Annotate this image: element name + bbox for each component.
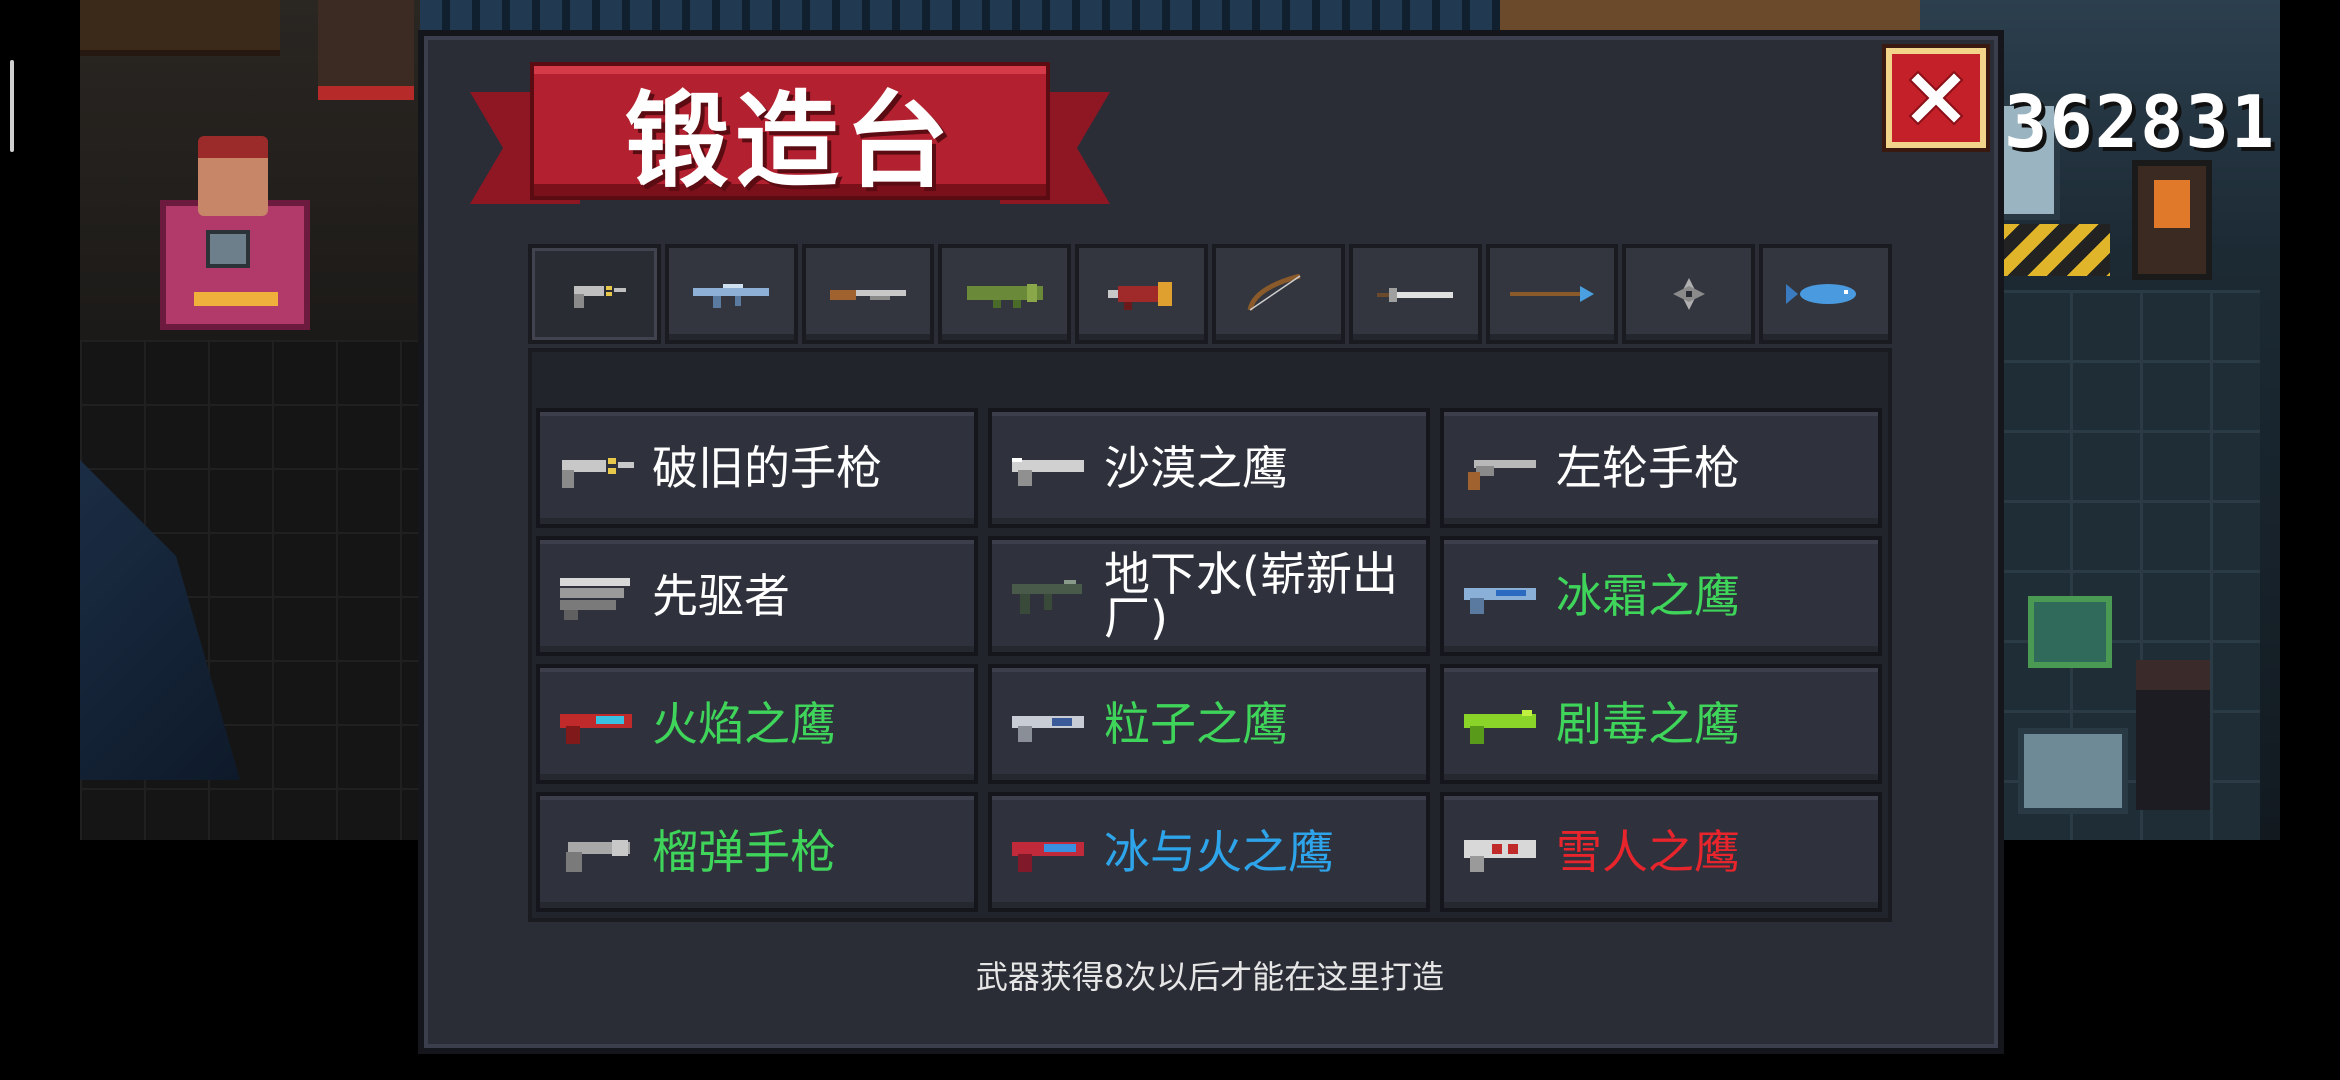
weapon-name: 冰霜之鹰 <box>1556 569 1740 623</box>
snowman-eagle-icon <box>1456 822 1542 882</box>
coin-counter: 362831 <box>2004 80 2277 164</box>
revolver-icon <box>1456 438 1542 498</box>
weapon-name: 破旧的手枪 <box>652 441 882 495</box>
weapon-name: 火焰之鹰 <box>652 697 836 751</box>
game-screen: 锻造台 362831 破旧的手枪 沙漠之鹰 左轮手枪 先驱者 地下水(崭新出厂)… <box>0 0 2340 1080</box>
launcher-tab-icon <box>966 284 1043 308</box>
rifle-tab-icon <box>693 284 770 308</box>
weapon-name: 冰与火之鹰 <box>1104 825 1334 879</box>
npc-character <box>198 136 268 216</box>
flamethrower-tab-icon <box>1107 282 1172 310</box>
weapon-name: 地下水(崭新出厂) <box>1104 547 1398 645</box>
tab-pistol[interactable] <box>528 244 661 344</box>
pistol-tab-icon <box>574 286 627 308</box>
old-pistol-icon <box>552 438 638 498</box>
tab-shotgun[interactable] <box>801 244 935 344</box>
pioneer-icon <box>552 566 638 626</box>
weapon-item[interactable]: 地下水(崭新出厂) <box>988 536 1430 656</box>
world-top-wall <box>420 0 1920 34</box>
close-button[interactable] <box>1886 48 1986 148</box>
edge-indicator <box>10 60 14 152</box>
close-icon <box>1908 70 1964 126</box>
page-title: 锻造台 <box>624 79 955 202</box>
weapon-grid: 破旧的手枪 沙漠之鹰 左轮手枪 先驱者 地下水(崭新出厂) 冰霜之鹰 火焰之鹰 … <box>536 408 1882 916</box>
weapon-name: 先驱者 <box>652 569 790 623</box>
weapon-item[interactable]: 冰霜之鹰 <box>1440 536 1882 656</box>
forge-hint-text: 武器获得8次以后才能在这里打造 <box>975 958 1445 996</box>
weapon-item[interactable]: 粒子之鹰 <box>988 664 1430 784</box>
title-banner: 锻造台 <box>470 30 1110 230</box>
shotgun-tab-icon <box>829 290 906 300</box>
weapon-item[interactable]: 榴弹手枪 <box>536 792 978 912</box>
hazard-stripes <box>2000 224 2110 276</box>
tab-launcher[interactable] <box>938 244 1072 344</box>
tab-flamethrower[interactable] <box>1075 244 1208 344</box>
sword-tab-icon <box>1377 288 1454 302</box>
particle-eagle-icon <box>1004 694 1090 754</box>
shelf <box>80 0 280 56</box>
desk-bar <box>194 292 278 306</box>
tab-spear[interactable] <box>1485 244 1619 344</box>
weapon-category-tabs <box>528 244 1892 344</box>
frost-eagle-icon <box>1456 566 1542 626</box>
weapon-item[interactable]: 剧毒之鹰 <box>1440 664 1882 784</box>
fish-tab-icon <box>1785 284 1856 304</box>
shuriken-tab-icon <box>1672 278 1705 310</box>
weapon-item[interactable]: 火焰之鹰 <box>536 664 978 784</box>
weapon-item[interactable]: 沙漠之鹰 <box>988 408 1430 528</box>
player-character <box>2136 660 2210 810</box>
desk-monitor <box>206 230 250 268</box>
poison-eagle-icon <box>1456 694 1542 754</box>
weapon-item[interactable]: 破旧的手枪 <box>536 408 978 528</box>
npc-merchant <box>318 0 414 100</box>
weapon-name: 剧毒之鹰 <box>1556 697 1740 751</box>
weapon-item[interactable]: 冰与火之鹰 <box>988 792 1430 912</box>
tab-bow[interactable] <box>1211 244 1345 344</box>
weapon-name: 榴弹手枪 <box>652 825 836 879</box>
weapon-item[interactable]: 雪人之鹰 <box>1440 792 1882 912</box>
tab-throwing[interactable] <box>1622 244 1756 344</box>
treasure-chest <box>2028 596 2112 668</box>
world-left-room <box>80 0 500 840</box>
spear-tab-icon <box>1509 286 1594 302</box>
metal-crate <box>2018 728 2128 814</box>
weapon-name: 左轮手枪 <box>1556 441 1740 495</box>
flame-eagle-icon <box>552 694 638 754</box>
bow-tab-icon <box>1247 274 1302 311</box>
ice-fire-eagle-icon <box>1004 822 1090 882</box>
tab-sword[interactable] <box>1348 244 1482 344</box>
wooden-beam <box>1500 0 1920 34</box>
vending-desk <box>160 200 310 330</box>
smg-icon <box>1004 566 1090 626</box>
weapon-item[interactable]: 左轮手枪 <box>1440 408 1882 528</box>
desert-eagle-icon <box>1004 438 1090 498</box>
weapon-item[interactable]: 先驱者 <box>536 536 978 656</box>
grenade-pistol-icon <box>552 822 638 882</box>
tab-rifle[interactable] <box>664 244 798 344</box>
weapon-name: 沙漠之鹰 <box>1104 441 1288 495</box>
lantern-machine <box>2132 160 2212 280</box>
weapon-name: 粒子之鹰 <box>1104 697 1288 751</box>
weapon-name: 雪人之鹰 <box>1556 825 1740 879</box>
tab-special[interactable] <box>1759 244 1892 344</box>
